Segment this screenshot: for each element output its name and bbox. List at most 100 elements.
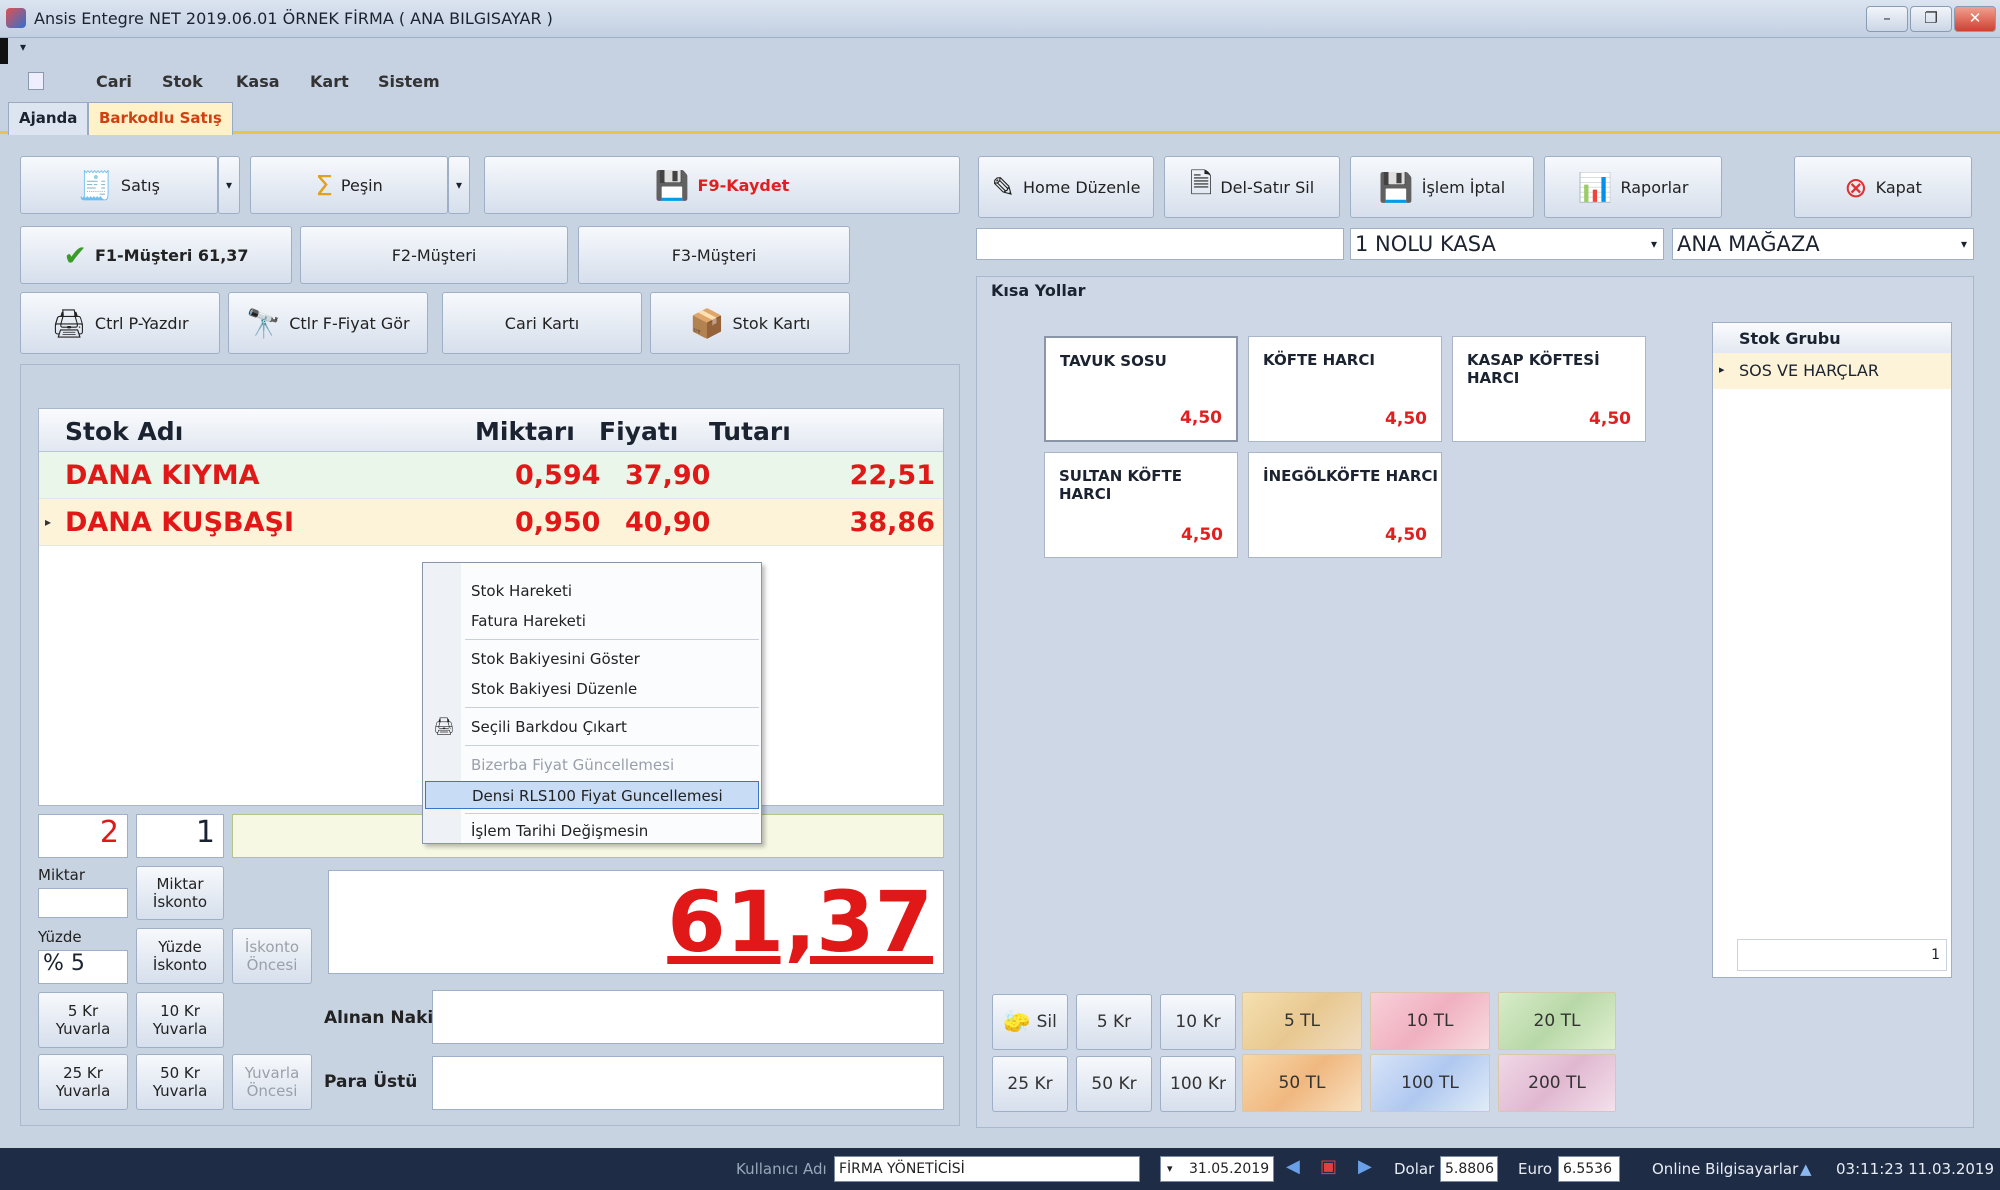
user-field: FİRMA YÖNETİCİSİ (834, 1156, 1140, 1182)
banknote-50tl-button[interactable]: 50 TL (1242, 1054, 1362, 1112)
menu-cari[interactable]: Cari (96, 72, 132, 91)
banknote-100tl-button[interactable]: 100 TL (1370, 1054, 1490, 1112)
cari-karti-button[interactable]: Cari Kartı (442, 292, 642, 354)
group-page-field[interactable]: 1 (1737, 939, 1947, 971)
yazdir-button[interactable]: 🖨 Ctrl P-Yazdır (20, 292, 220, 354)
app-menu-icon[interactable] (28, 72, 44, 90)
binoculars-icon: 🔭 (246, 306, 282, 340)
menu-stok[interactable]: Stok (162, 72, 203, 91)
fiyat-gor-button[interactable]: 🔭 Ctlr F-Fiyat Gör (228, 292, 428, 354)
tab-barkodlu-satis[interactable]: Barkodlu Satış (88, 102, 233, 135)
close-window-button[interactable]: ✕ (1954, 6, 1996, 32)
alinan-nakit-input[interactable] (432, 990, 944, 1044)
register-icon: 🧾 (78, 168, 113, 202)
menu-kasa[interactable]: Kasa (236, 72, 280, 91)
erase-icon: 🧽 (1003, 1009, 1031, 1035)
magaza-select[interactable]: ANA MAĞAZA ▾ (1672, 228, 1974, 260)
total-display: 61,37 (328, 870, 944, 974)
quick-access-bar: ▾ (0, 38, 2000, 64)
col-miktari[interactable]: Miktarı (475, 417, 575, 446)
banknote-20tl-button[interactable]: 20 TL (1498, 992, 1616, 1050)
yuvarla-10-button[interactable]: 10 Kr Yuvarla (136, 992, 224, 1048)
money-25kr-button[interactable]: 25 Kr (992, 1056, 1068, 1112)
maximize-button[interactable]: ❐ (1910, 6, 1952, 32)
menu-item-stok-bakiyesi-goster[interactable]: Stok Bakiyesini Göster (425, 645, 759, 673)
minimize-button[interactable]: – (1866, 6, 1908, 32)
kaydet-button[interactable]: 💾 F9-Kaydet (484, 156, 960, 214)
iskonto-oncesi-button[interactable]: İskonto Öncesi (232, 928, 312, 984)
pesin-button[interactable]: Σ Peşin (250, 156, 448, 214)
musteri2-button[interactable]: F2-Müşteri (300, 226, 568, 284)
miktar-label: Miktar (38, 866, 86, 884)
home-duzenle-button[interactable]: ✎ Home Düzenle (978, 156, 1154, 218)
yuvarla-5-button[interactable]: 5 Kr Yuvarla (38, 992, 128, 1048)
sil-button[interactable]: 🧽 Sil (992, 994, 1068, 1050)
prev-date-icon[interactable]: ◀ (1286, 1156, 1300, 1177)
menu-item-densi-rls100[interactable]: Densi RLS100 Fiyat Guncellemesi (425, 781, 759, 809)
boxes-icon: 📦 (689, 306, 725, 340)
menu-sistem[interactable]: Sistem (378, 72, 440, 91)
stok-karti-button[interactable]: 📦 Stok Kartı (650, 292, 850, 354)
checkmark-icon: ✔ (63, 238, 87, 272)
col-stok-adi[interactable]: Stok Adı (65, 417, 183, 446)
satis-dropdown[interactable]: ▾ (218, 156, 240, 214)
pesin-dropdown[interactable]: ▾ (448, 156, 470, 214)
tab-ajanda[interactable]: Ajanda (8, 102, 89, 135)
col-tutari[interactable]: Tutarı (709, 417, 791, 446)
money-10kr-button[interactable]: 10 Kr (1160, 994, 1236, 1050)
miktar-iskonto-button[interactable]: Miktar İskonto (136, 866, 224, 920)
yuzde-iskonto-button[interactable]: Yüzde İskonto (136, 928, 224, 984)
yuzde-input[interactable]: % 5 (38, 950, 128, 984)
menu-item-barkod-cikart[interactable]: 🖨 Seçili Barkdou Çıkart (425, 713, 759, 741)
report-chart-icon: 📊 (1577, 170, 1613, 204)
satis-button[interactable]: 🧾 Satış (20, 156, 218, 214)
sigma-icon: Σ (315, 168, 333, 202)
menu-kart[interactable]: Kart (310, 72, 349, 91)
banknote-200tl-button[interactable]: 200 TL (1498, 1054, 1616, 1112)
row-indicator-icon: ▸ (45, 515, 52, 529)
date-picker[interactable]: ▾ 31.05.2019 (1160, 1156, 1274, 1182)
menu-item-stok-bakiyesi-duzenle[interactable]: Stok Bakiyesi Düzenle (425, 675, 759, 703)
note-input[interactable] (976, 228, 1344, 260)
raporlar-button[interactable]: 📊 Raporlar (1544, 156, 1722, 218)
shortcut-kasap-koftesi-harci[interactable]: KASAP KÖFTESİ HARCI 4,50 (1452, 336, 1646, 442)
money-5kr-button[interactable]: 5 Kr (1076, 994, 1152, 1050)
online-up-icon: ▲ (1800, 1160, 1812, 1178)
miktar-input[interactable] (38, 888, 128, 918)
list-item[interactable]: ▸ SOS VE HARÇLAR (1713, 353, 1951, 389)
del-satir-sil-button[interactable]: 🗎 Del-Satır Sil (1164, 156, 1340, 218)
musteri3-button[interactable]: F3-Müşteri (578, 226, 850, 284)
yuvarla-50-button[interactable]: 50 Kr Yuvarla (136, 1054, 224, 1110)
money-50kr-button[interactable]: 50 Kr (1076, 1056, 1152, 1112)
printer-icon: 🖨 (51, 306, 87, 340)
online-label[interactable]: Online Bilgisayarlar (1652, 1160, 1798, 1178)
tab-strip: Ajanda Barkodlu Satış (0, 98, 2000, 135)
musteri1-button[interactable]: ✔ F1-Müşteri 61,37 (20, 226, 292, 284)
money-100kr-button[interactable]: 100 Kr (1160, 1056, 1236, 1112)
islem-iptal-button[interactable]: 💾 İşlem İptal (1350, 156, 1534, 218)
kasa-select[interactable]: 1 NOLU KASA ▾ (1350, 228, 1664, 260)
yuvarla-oncesi-button[interactable]: Yuvarla Öncesi (232, 1054, 312, 1110)
context-menu: Stok Hareketi Fatura Hareketi Stok Bakiy… (422, 562, 762, 844)
shortcut-sultan-kofte-harci[interactable]: SULTAN KÖFTE HARCI 4,50 (1044, 452, 1238, 558)
menu-item-islem-tarihi[interactable]: İşlem Tarihi Değişmesin (425, 819, 759, 843)
table-row[interactable]: ▸ DANA KUŞBAŞI 0,950 40,90 38,86 (39, 499, 943, 546)
quantity-field[interactable]: 1 (136, 814, 224, 858)
table-row[interactable]: DANA KIYMA 0,594 37,90 22,51 (39, 452, 943, 499)
floppy-disk-icon: 💾 (654, 168, 690, 202)
menu-item-stok-hareketi[interactable]: Stok Hareketi (425, 577, 759, 605)
shortcut-kofte-harci[interactable]: KÖFTE HARCI 4,50 (1248, 336, 1442, 442)
count-field[interactable]: 2 (38, 814, 128, 858)
shortcut-tavuk-sosu[interactable]: TAVUK SOSU 4,50 (1044, 336, 1238, 442)
menu-item-fatura-hareketi[interactable]: Fatura Hareketi (425, 607, 759, 635)
banknote-10tl-button[interactable]: 10 TL (1370, 992, 1490, 1050)
shortcut-inegol-kofte-harci[interactable]: İNEGÖLKÖFTE HARCI 4,50 (1248, 452, 1442, 558)
kapat-button[interactable]: ⊗ Kapat (1794, 156, 1972, 218)
banknote-5tl-button[interactable]: 5 TL (1242, 992, 1362, 1050)
menu-item-bizerba[interactable]: Bizerba Fiyat Güncellemesi (425, 751, 759, 779)
next-date-icon[interactable]: ▶ (1358, 1156, 1372, 1177)
col-fiyati[interactable]: Fiyatı (599, 417, 678, 446)
calendar-icon[interactable]: ▣ (1320, 1156, 1337, 1177)
yuvarla-25-button[interactable]: 25 Kr Yuvarla (38, 1054, 128, 1110)
quick-access-dropdown-icon[interactable]: ▾ (20, 40, 26, 54)
